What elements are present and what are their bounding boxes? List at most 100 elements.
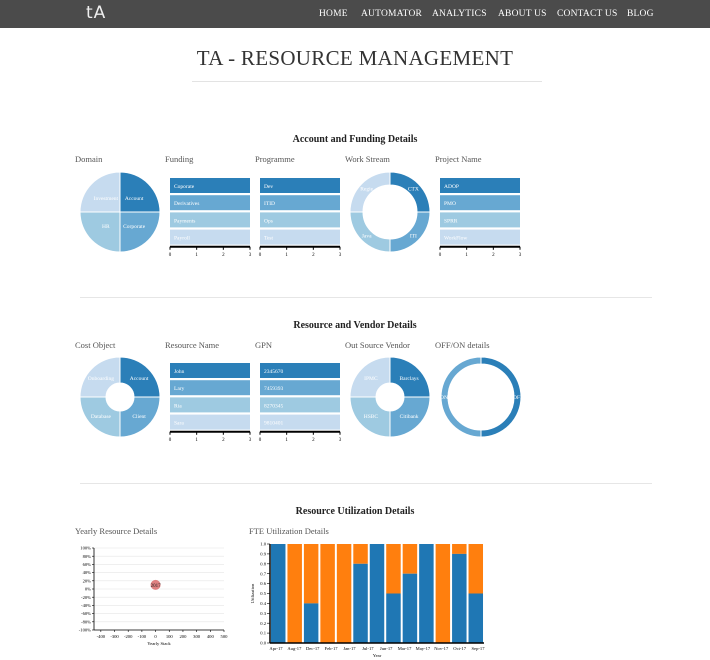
x-tick-label: Feb-17 (325, 646, 339, 651)
x-tick-label: 500 (221, 634, 229, 639)
y-tick-label: 0.4 (260, 601, 266, 606)
tick-label: 2 (222, 253, 225, 258)
y-tick-label: 20% (83, 578, 92, 583)
slice-label: HSBC (364, 414, 379, 420)
y-tick-label: 0.3 (260, 611, 266, 616)
bar-utilized (386, 593, 401, 643)
y-axis-title: Utilization (250, 583, 255, 603)
bar-label: 9810401 (264, 421, 284, 427)
bar-label: John (174, 369, 185, 375)
vendor-donut: Barclays Citibank HSBC IPMC (349, 356, 431, 438)
bar-remaining (353, 544, 368, 564)
nav-blog[interactable]: BLOG (627, 9, 654, 19)
bar-remaining (386, 544, 401, 594)
y-tick-label: 1.0 (260, 542, 266, 547)
nav-analytics[interactable]: ANALYTICS (432, 9, 487, 19)
tick-label: 0 (169, 438, 172, 443)
bar-utilized (402, 573, 418, 643)
y-tick-label: -80% (81, 619, 91, 624)
slice-label: Corporate (123, 224, 146, 230)
tick-label: 3 (339, 438, 342, 443)
y-tick-label: 0.5 (260, 591, 266, 596)
x-tick-label: Apr-17 (269, 646, 283, 651)
slice-label: ITI (410, 233, 417, 239)
x-tick-label: -400 (97, 634, 106, 639)
resource-name-label: Resource Name (165, 340, 220, 350)
bar-label: Coporate (174, 184, 195, 190)
nav-contact-us[interactable]: CONTACT US (557, 9, 617, 19)
fte-bar-chart: 0.0 0.1 0.2 0.3 0.4 0.5 0.6 0.7 0.8 0.9 1.0 Apr-17 A… (250, 542, 485, 658)
y-tick-label: 100% (80, 546, 91, 551)
nav-automator[interactable]: AUTOMATOR (361, 9, 422, 19)
tick-label: 3 (339, 253, 342, 258)
bar-label: Payments (174, 218, 195, 224)
tick-label: 3 (249, 253, 252, 258)
tick-label: 0 (169, 253, 172, 258)
bar-utilized (369, 544, 385, 643)
bar-label: 8270345 (264, 403, 284, 409)
pie-slice (79, 171, 121, 213)
bar-utilized (452, 553, 467, 643)
slice-label: OFF (513, 395, 523, 401)
bar-utilized (353, 563, 368, 643)
programme-bar: Dev ITID Ops Test 0 1 2 3 (259, 178, 342, 258)
yearly-scatter: 100% 80% 60% 40% 20% 0% -20% -40% -60% -80% -100% -… (79, 546, 229, 646)
slice-label: Onboarding (88, 376, 115, 382)
work-stream-label: Work Stream (345, 154, 390, 164)
y-tick-label: -20% (81, 595, 91, 600)
bar-remaining (468, 544, 484, 594)
bar-utilized (270, 544, 286, 643)
programme-label: Programme (255, 154, 295, 164)
x-tick-label: 100 (166, 634, 174, 639)
nav-home[interactable]: HOME (319, 9, 348, 19)
y-tick-label: 0.6 (260, 581, 266, 586)
slice-label: Citibank (400, 414, 419, 420)
cost-object-donut: Account Client Database Onboarding (79, 356, 161, 438)
x-tick-label: Oct-17 (453, 646, 466, 651)
bar-remaining (452, 544, 467, 554)
logo[interactable]: tA (86, 3, 106, 23)
page-title: TA - RESOURCE MANAGEMENT (196, 46, 514, 70)
slice-label: IPMC (364, 376, 378, 382)
slice-label: Regie (360, 187, 373, 193)
bar-label: SPRR (444, 218, 458, 224)
section-divider (80, 483, 652, 484)
tick-label: 0 (259, 438, 262, 443)
bar-label: 2345670 (264, 369, 284, 375)
tick-label: 2 (492, 253, 495, 258)
y-tick-label: 40% (83, 570, 92, 575)
bar-label: ITID (264, 201, 275, 207)
x-tick-label: Mar-17 (398, 646, 412, 651)
bar-remaining (402, 544, 418, 574)
tick-label: 1 (285, 253, 288, 258)
x-tick-label: May-17 (416, 646, 431, 651)
bar-remaining (303, 544, 319, 604)
x-tick-label: Jun-17 (380, 646, 393, 651)
slice-label: Investment (94, 196, 119, 202)
project-name-label: Project Name (435, 154, 482, 164)
tick-label: 1 (465, 253, 468, 258)
x-tick-label: 300 (193, 634, 201, 639)
bar-remaining (336, 544, 352, 643)
y-tick-label: 60% (83, 562, 92, 567)
x-tick-label: Nov-17 (434, 646, 449, 651)
y-tick-label: -60% (81, 611, 91, 616)
y-tick-label: 80% (83, 554, 92, 559)
tick-label: 1 (285, 438, 288, 443)
y-tick-label: 0.8 (260, 561, 266, 566)
title-divider (192, 81, 542, 82)
nav-about-us[interactable]: ABOUT US (498, 9, 547, 19)
slice-label: Barclays (399, 376, 418, 382)
bar-label: Dev (264, 184, 273, 190)
y-tick-label: -40% (81, 603, 91, 608)
project-name-bar: ADOP PMO SPRR WorkFlow 0 1 2 3 (439, 178, 522, 258)
tick-label: 0 (439, 253, 442, 258)
bar-label: Test (264, 236, 274, 242)
bar-utilized (468, 593, 484, 643)
bar-label: Derivatives (174, 201, 199, 207)
pie-slice (349, 211, 391, 253)
x-tick-label: Jul-17 (362, 646, 374, 651)
bar-label: 7459393 (264, 386, 284, 392)
bar-label: Sara (174, 421, 184, 427)
y-tick-label: 0% (85, 587, 91, 592)
